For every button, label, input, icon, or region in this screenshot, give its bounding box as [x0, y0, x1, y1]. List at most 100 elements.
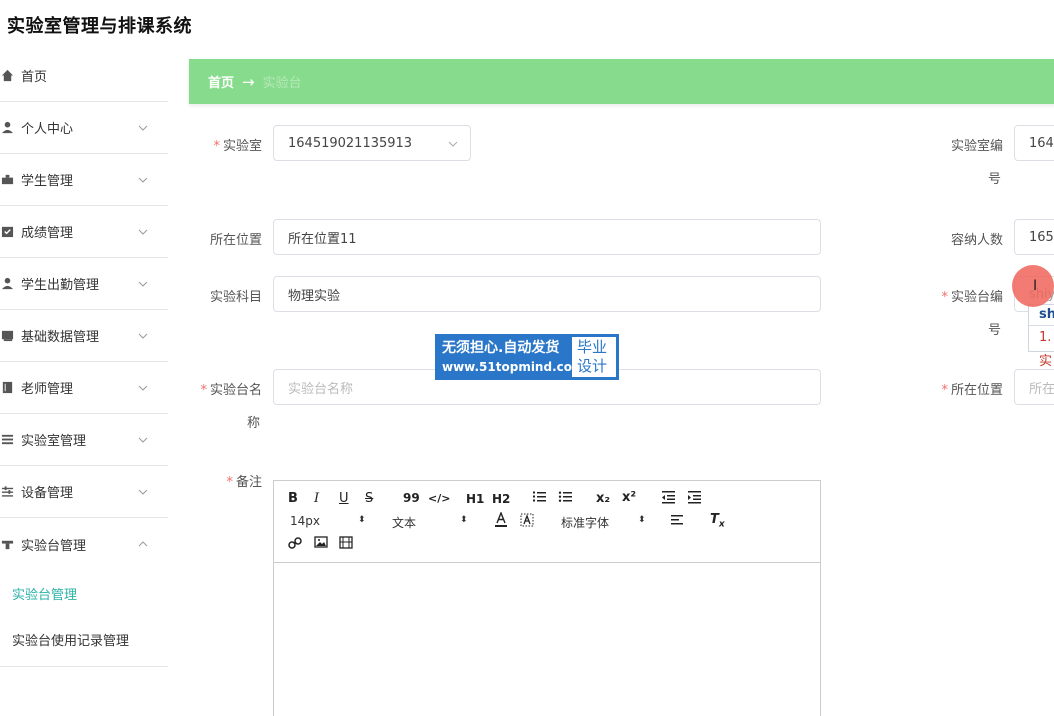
code-button[interactable]: </>: [428, 492, 450, 505]
font-family-select[interactable]: 标准字体: [561, 514, 609, 531]
font-size-caret-icon: ⬍: [358, 515, 366, 525]
bench-name-label-line2: 称: [246, 416, 260, 431]
video-icon[interactable]: [339, 536, 353, 553]
superscript-button[interactable]: x²: [622, 490, 636, 505]
sidebar-item-home[interactable]: 首页: [0, 50, 168, 102]
bench-location-label-text: 所在位置: [950, 383, 1003, 398]
submenu-item-bench-management[interactable]: 实验台管理: [0, 570, 168, 616]
chevron-down-icon: [138, 489, 148, 495]
image-icon[interactable]: [314, 536, 328, 552]
user-icon: [0, 121, 14, 135]
home-icon: [0, 69, 14, 83]
sidebar-item-label: 实验室管理: [21, 434, 87, 449]
sidebar-item-personal-center[interactable]: 个人中心: [0, 102, 168, 154]
sidebar: 首页 个人中心 学生管理 成绩管理 学生出勤管理 基础数据管理 老师管理 实验室…: [0, 50, 168, 667]
autocomplete-option[interactable]: 1. 实: [1029, 326, 1054, 374]
sidebar-item-equipment-management[interactable]: 设备管理: [0, 466, 168, 518]
sidebar-item-bench-management[interactable]: 实验台管理: [0, 518, 168, 570]
required-mark: *: [941, 383, 948, 398]
sidebar-item-student-management[interactable]: 学生管理: [0, 154, 168, 206]
outdent-icon[interactable]: [661, 490, 676, 508]
sidebar-item-basic-data-management[interactable]: 基础数据管理: [0, 310, 168, 362]
editor-content-area[interactable]: [274, 563, 820, 716]
location-input[interactable]: 所在位置11: [273, 219, 821, 255]
text-type-caret-icon: ⬍: [460, 515, 468, 525]
remark-label-text: 备注: [235, 475, 262, 490]
background-color-icon[interactable]: [520, 513, 534, 531]
h2-button[interactable]: H2: [492, 492, 510, 506]
lab-select[interactable]: 164519021135913: [273, 125, 471, 161]
italic-button[interactable]: I: [314, 491, 319, 506]
book-icon: [0, 329, 14, 343]
app-title: 实验室管理与排课系统: [7, 16, 192, 37]
sidebar-item-label: 实验台管理: [21, 538, 87, 554]
strike-button[interactable]: S: [365, 491, 373, 506]
sidebar-item-label: 学生管理: [21, 174, 74, 189]
breadcrumb-current: 实验台: [262, 76, 302, 91]
font-family-caret-icon: ⬍: [638, 515, 646, 525]
h1-button[interactable]: H1: [466, 492, 484, 506]
autocomplete-input-text: sh: [1029, 305, 1054, 326]
chevron-down-icon: [138, 281, 148, 287]
breadcrumb: 首页 → 实验台: [189, 59, 1054, 104]
sidebar-item-lab-management[interactable]: 实验室管理: [0, 414, 168, 466]
align-icon[interactable]: [670, 513, 684, 531]
app-root: 实验室管理与排课系统 首页 个人中心 学生管理 成绩管理 学生出勤管理 基础数据…: [0, 0, 1054, 716]
clipboard-check-icon: [0, 225, 14, 239]
lab-code-label-line2: 号: [987, 172, 1001, 187]
bench-name-placeholder: 实验台名称: [288, 381, 354, 397]
remark-label: * 备注: [200, 471, 262, 490]
breadcrumb-arrow-icon: →: [242, 72, 255, 91]
breadcrumb-home[interactable]: 首页: [208, 72, 234, 91]
lab-select-value: 164519021135913: [288, 135, 413, 151]
underline-button[interactable]: U: [339, 491, 349, 506]
watermark-right-line1: 毕业: [577, 338, 608, 356]
bullet-list-icon[interactable]: [558, 490, 572, 508]
desk-icon: [0, 537, 14, 551]
user-icon: [0, 277, 14, 291]
link-icon[interactable]: [288, 536, 302, 554]
bench-code-label-line1: 实验台编: [950, 290, 1003, 305]
capacity-input[interactable]: 165: [1014, 219, 1054, 255]
text-type-select[interactable]: 文本: [392, 514, 416, 531]
watermark-left: 无须担心.自动发货 www.51topmind.com: [436, 335, 585, 379]
font-size-select[interactable]: 14px: [290, 514, 320, 528]
text-cursor-icon: I: [1033, 278, 1038, 294]
subject-value: 物理实验: [288, 288, 341, 304]
sidebar-item-label: 设备管理: [21, 486, 74, 501]
sidebar-item-attendance-management[interactable]: 学生出勤管理: [0, 258, 168, 310]
sidebar-item-teacher-management[interactable]: 老师管理: [0, 362, 168, 414]
submenu-bench: 实验台管理 实验台使用记录管理: [0, 570, 168, 667]
watermark-right-line2: 设计: [577, 357, 608, 375]
chevron-down-icon: [138, 437, 148, 443]
location-label: 所在位置: [209, 233, 262, 248]
clear-format-icon[interactable]: Tx: [710, 512, 725, 530]
bench-code-label: * 实验台编 号: [930, 286, 1003, 338]
capacity-label: 容纳人数: [950, 233, 1003, 248]
subject-label: 实验科目: [209, 290, 262, 305]
submenu-item-bench-usage-records[interactable]: 实验台使用记录管理: [0, 616, 168, 662]
sidebar-item-label: 成绩管理: [21, 226, 74, 241]
lab-code-value: 1645: [1029, 135, 1054, 151]
lab-code-label-line1: 实验室编: [950, 139, 1003, 154]
bold-button[interactable]: B: [288, 491, 298, 506]
subscript-button[interactable]: x₂: [596, 491, 610, 506]
font-color-icon[interactable]: [494, 511, 508, 532]
watermark-line1: 无须担心.自动发货: [442, 340, 560, 356]
blockquote-button[interactable]: 99: [403, 491, 420, 505]
bench-location-label: * 所在位置: [930, 379, 1003, 398]
bench-location-input[interactable]: 所在: [1014, 369, 1054, 405]
lab-code-input[interactable]: 1645: [1014, 125, 1054, 161]
chevron-down-icon: [138, 385, 148, 391]
indent-icon[interactable]: [687, 490, 702, 508]
watermark-banner: 无须担心.自动发货 www.51topmind.com 毕业 设计: [435, 334, 619, 380]
bench-name-label-line1: 实验台名: [209, 383, 262, 398]
chevron-down-icon: [138, 333, 148, 339]
ordered-list-icon[interactable]: [532, 490, 546, 508]
bench-location-placeholder: 所在: [1029, 381, 1054, 397]
watermark-right: 毕业 设计: [572, 337, 616, 377]
subject-input[interactable]: 物理实验: [273, 276, 821, 312]
sidebar-item-grade-management[interactable]: 成绩管理: [0, 206, 168, 258]
sliders-icon: [0, 485, 14, 499]
required-mark: *: [226, 475, 233, 490]
